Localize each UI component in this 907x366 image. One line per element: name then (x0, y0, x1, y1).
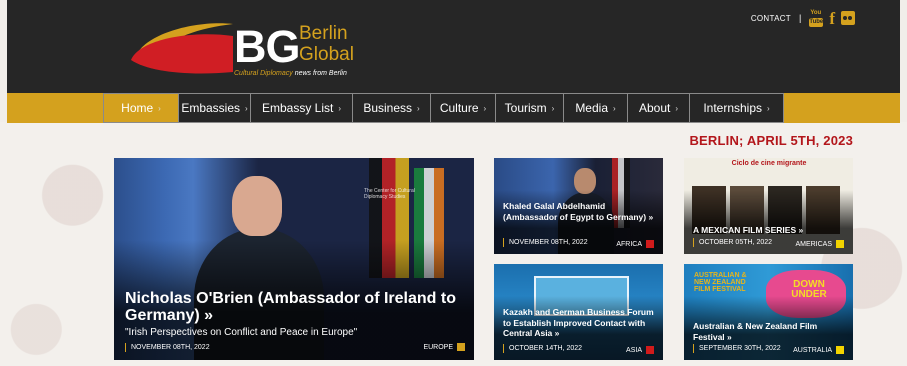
nav-internships-label: Internships (703, 101, 763, 115)
chevron-right-icon: › (417, 103, 420, 113)
youtube-icon[interactable]: You Tube (809, 9, 824, 27)
nav-home-label: Home (121, 101, 154, 115)
article-card-mexican-film[interactable]: Ciclo de cine migrante A MEXICAN FILM SE… (684, 158, 853, 254)
facebook-icon[interactable]: f (829, 10, 835, 27)
category-square-icon (457, 343, 465, 351)
tagline-part-a: Cultural Diplomacy (234, 70, 293, 77)
banner-text: The Center for Cultural Diplomacy Studie… (364, 188, 415, 200)
article-category[interactable]: AUSTRALIA (793, 346, 844, 354)
article-category[interactable]: EUROPE (423, 343, 465, 351)
poster-headline: Ciclo de cine migrante (731, 160, 807, 167)
nav-about[interactable]: About › (628, 93, 690, 123)
article-category[interactable]: ASIA (626, 346, 654, 354)
person-head (232, 176, 282, 236)
poster-label: AUSTRALIAN & NEW ZEALAND FILM FESTIVAL (694, 272, 747, 293)
category-label: EUROPE (423, 343, 453, 351)
article-date: NOVEMBER 08TH, 2022 (125, 343, 210, 352)
category-label: AUSTRALIA (793, 346, 832, 354)
chevron-right-icon: › (767, 103, 770, 113)
category-square-icon (836, 240, 844, 248)
nav-home[interactable]: Home › (103, 93, 179, 123)
category-label: ASIA (626, 346, 642, 354)
article-card-egypt[interactable]: Khaled Galal Abdelhamid (Ambassador of E… (494, 158, 663, 254)
top-separator: | (798, 13, 802, 23)
chevron-right-icon: › (245, 103, 248, 113)
article-date: OCTOBER 14TH, 2022 (503, 344, 582, 353)
category-square-icon (836, 346, 844, 354)
nav-media-label: Media (575, 101, 608, 115)
contact-link[interactable]: CONTACT (751, 14, 791, 23)
article-date: OCTOBER 05TH, 2022 (693, 238, 772, 247)
chevron-right-icon: › (158, 103, 161, 113)
logo-tagline: Cultural Diplomacy news from Berlin (234, 70, 347, 77)
logo-global-text: Global (299, 44, 354, 65)
article-title[interactable]: Kazakh and German Business Forum to Esta… (503, 307, 658, 339)
nav-internships[interactable]: Internships › (690, 93, 784, 123)
nav-embassy-list[interactable]: Embassy List › (251, 93, 353, 123)
article-subtitle: "Irish Perspectives on Conflict and Peac… (125, 327, 358, 338)
chevron-right-icon: › (613, 103, 616, 113)
nav-tourism-label: Tourism (504, 101, 547, 115)
article-date: SEPTEMBER 30TH, 2022 (693, 344, 781, 353)
nav-business-label: Business (363, 101, 413, 115)
article-category[interactable]: AFRICA (616, 240, 654, 248)
nav-media[interactable]: Media › (564, 93, 628, 123)
chevron-right-icon: › (551, 103, 555, 113)
article-category[interactable]: AMERICAS (795, 240, 844, 248)
logo-berlin-text: Berlin (299, 23, 348, 44)
article-card-australia-nz-film[interactable]: AUSTRALIAN & NEW ZEALAND FILM FESTIVAL D… (684, 264, 853, 360)
nav-culture[interactable]: Culture › (431, 93, 496, 123)
category-label: AFRICA (616, 240, 642, 248)
featured-article-card[interactable]: The Center for Cultural Diplomacy Studie… (114, 158, 474, 360)
site-logo[interactable]: BG Berlin Global Cultural Diplomacy news… (129, 10, 359, 88)
article-title[interactable]: Khaled Galal Abdelhamid (Ambassador of E… (503, 201, 658, 222)
logo-swoosh-icon (131, 23, 233, 74)
nav-about-label: About (638, 101, 671, 115)
nav-embassy-list-label: Embassy List (261, 101, 334, 115)
article-card-kazakh-forum[interactable]: Kazakh and German Business Forum to Esta… (494, 264, 663, 360)
category-square-icon (646, 240, 654, 248)
nav-menu: Home › Embassies › Embassy List › Business ›… (103, 93, 784, 123)
nav-culture-label: Culture (439, 101, 479, 115)
main-navigation: Home › Embassies › Embassy List › Business ›… (7, 93, 900, 123)
youtube-top-text: You (810, 9, 822, 16)
top-links: CONTACT | You Tube f (751, 8, 855, 28)
tagline-part-b: news from Berlin (294, 70, 347, 77)
logo-bg-text: BG (234, 21, 300, 72)
category-square-icon (646, 346, 654, 354)
flickr-icon[interactable] (841, 11, 855, 25)
chevron-right-icon: › (483, 103, 487, 113)
chevron-right-icon: › (338, 103, 342, 113)
chevron-right-icon: › (675, 103, 679, 113)
article-title[interactable]: A MEXICAN FILM SERIES » (693, 225, 848, 236)
nav-embassies-label: Embassies (181, 101, 240, 115)
dateline: BERLIN; APRIL 5TH, 2023 (689, 133, 853, 148)
article-title[interactable]: Nicholas O'Brien (Ambassador of Ireland … (125, 290, 470, 324)
article-date: NOVEMBER 08TH, 2022 (503, 238, 588, 247)
nav-embassies[interactable]: Embassies › (179, 93, 251, 123)
site-header: BG Berlin Global Cultural Diplomacy news… (7, 0, 900, 93)
youtube-bottom-text: Tube (809, 17, 824, 27)
article-title[interactable]: Australian & New Zealand Film Festival » (693, 321, 848, 342)
category-label: AMERICAS (795, 240, 832, 248)
nav-business[interactable]: Business › (353, 93, 431, 123)
nav-tourism[interactable]: Tourism › (496, 93, 564, 123)
